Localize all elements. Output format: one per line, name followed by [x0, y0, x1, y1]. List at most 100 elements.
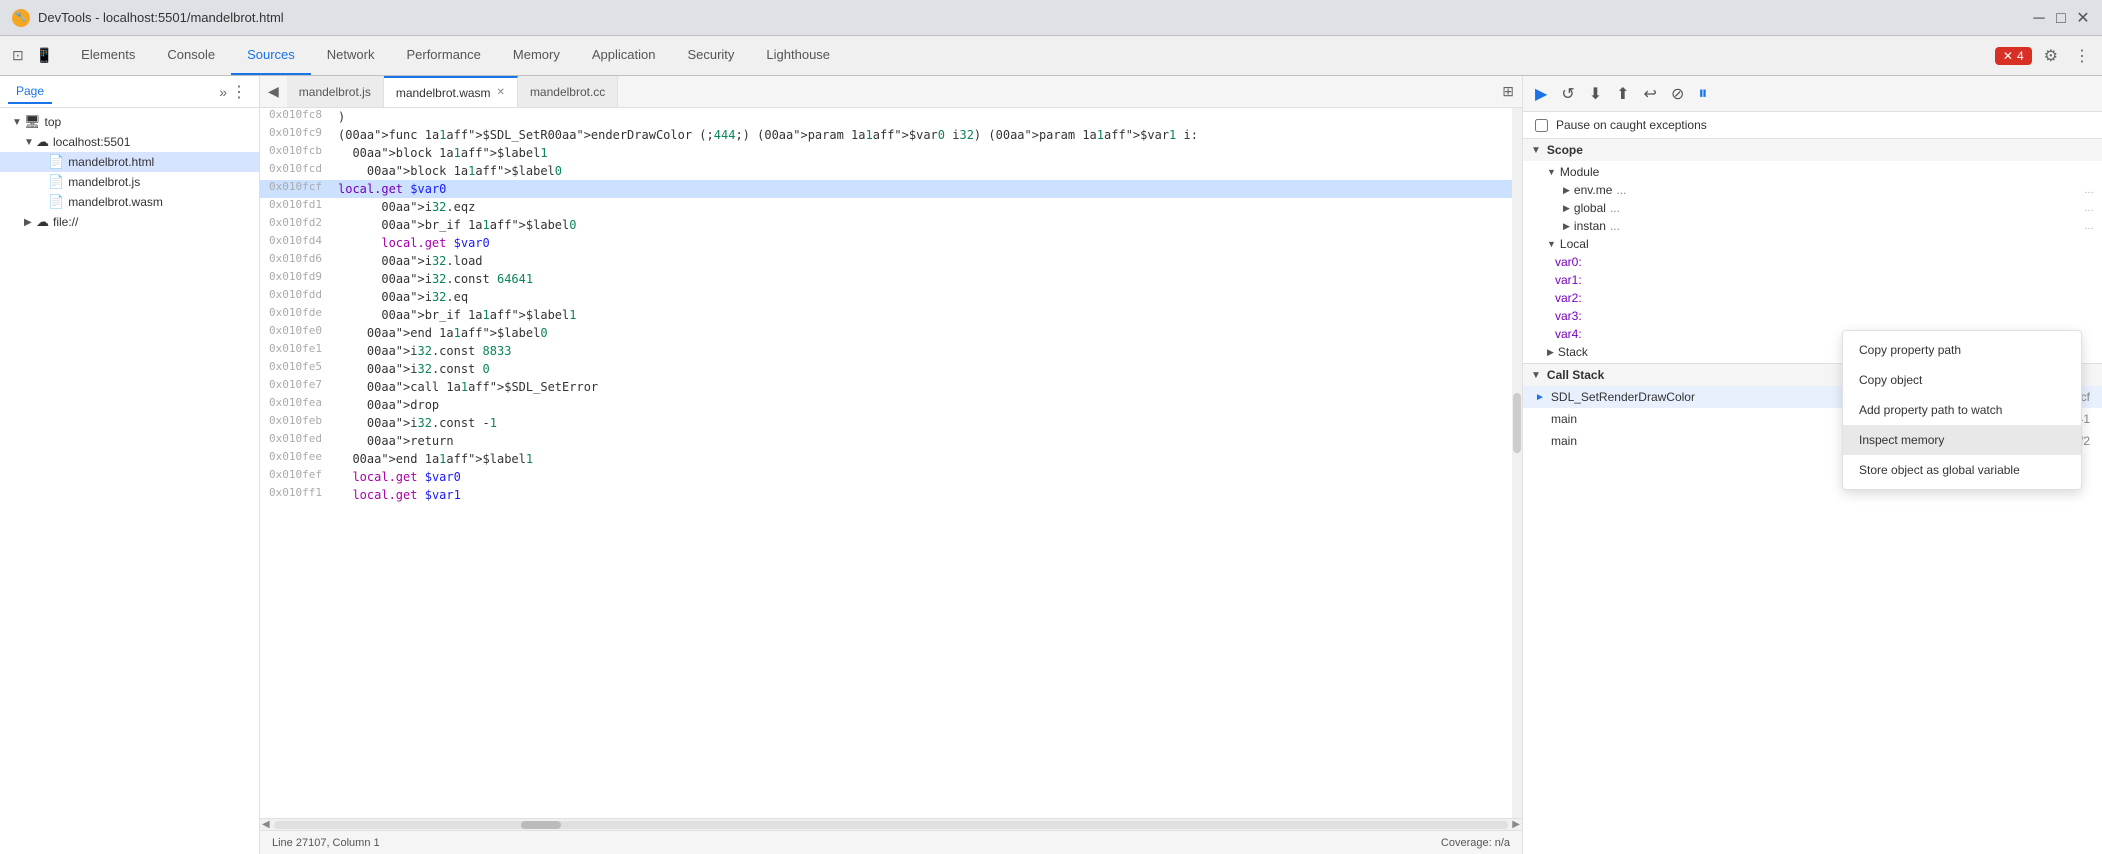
step-into-button[interactable]: ⬇ [1585, 82, 1606, 106]
step-out-button[interactable]: ⬆ [1612, 82, 1633, 106]
line-code: 00aa">br_if 1a1aff">$label1 [330, 306, 1512, 324]
code-row: 0x010fd9 00aa">i32.const 64641 [260, 270, 1512, 288]
tree-item-top[interactable]: ▼ 🖥 top [0, 112, 259, 132]
statusbar: Line 27107, Column 1 Coverage: n/a [260, 830, 1522, 854]
editor-tab-back[interactable]: ◀ [260, 83, 287, 100]
line-code: 00aa">end 1a1aff">$label0 [330, 324, 1512, 342]
tab-network[interactable]: Network [311, 36, 391, 75]
context-store-global[interactable]: Store object as global variable [1843, 455, 2081, 485]
local-var2-key: var2: [1555, 291, 1582, 305]
close-wasm-tab-icon[interactable]: ✕ [497, 87, 505, 98]
stack-label: Stack [1558, 345, 1588, 359]
tab-performance[interactable]: Performance [390, 36, 496, 75]
instan-arrow-icon: ▶ [1563, 221, 1570, 232]
main-tabbar: ⊡ 📱 Elements Console Sources Network Per… [0, 36, 2102, 76]
scope-header[interactable]: ▼ Scope [1523, 139, 2102, 161]
line-code: 00aa">i32.const 64641 [330, 270, 1512, 288]
context-copy-path[interactable]: Copy property path [1843, 335, 2081, 365]
line-address: 0x010fcb [260, 144, 330, 162]
editor-tab-wasm[interactable]: mandelbrot.wasm ✕ [384, 76, 518, 108]
line-code: 00aa">i32.load [330, 252, 1512, 270]
titlebar-controls: ─ □ ✕ [2032, 11, 2090, 25]
code-row: 0x010fed 00aa">return [260, 432, 1512, 450]
tree-item-mandelbrot-wasm[interactable]: 📄 mandelbrot.wasm [0, 192, 259, 212]
module-item[interactable]: ▼ Module [1523, 163, 2102, 181]
global-item[interactable]: ▶ global ... … [1523, 199, 2102, 217]
editor-quick-open-button[interactable]: ⊞ [1494, 83, 1522, 100]
scrollbar-thumb[interactable] [1513, 393, 1521, 453]
local-label: Local [1560, 237, 1589, 251]
line-address: 0x010fd2 [260, 216, 330, 234]
tab-console[interactable]: Console [151, 36, 231, 75]
code-row: 0x010feb 00aa">i32.const -1 [260, 414, 1512, 432]
resume-button[interactable]: ▶ [1531, 82, 1551, 106]
local-var2: var2: [1523, 289, 2102, 307]
inspect-icon[interactable]: ⊡ [8, 43, 28, 68]
tree-item-file[interactable]: ▶ ☁ file:// [0, 212, 259, 232]
hscroll-thumb[interactable] [521, 821, 561, 829]
tab-memory[interactable]: Memory [497, 36, 576, 75]
tab-application[interactable]: Application [576, 36, 672, 75]
context-inspect-memory[interactable]: Inspect memory [1843, 425, 2081, 455]
more-button[interactable]: ⋮ [2070, 42, 2094, 70]
sidebar-more-button[interactable]: » [219, 84, 227, 100]
line-col-status: Line 27107, Column 1 [272, 837, 380, 849]
line-code: local.get $var0 [330, 468, 1512, 486]
env-label: env.me [1574, 183, 1612, 197]
cloud-icon-localhost: ☁ [36, 134, 49, 150]
hscroll-right-arrow[interactable]: ▶ [1512, 819, 1520, 830]
settings-button[interactable]: ⚙ [2040, 42, 2062, 70]
tab-security[interactable]: Security [671, 36, 750, 75]
pause-caught-label: Pause on caught exceptions [1556, 118, 1707, 132]
horizontal-scrollbar[interactable]: ◀ ▶ [260, 818, 1522, 830]
tree-item-localhost[interactable]: ▼ ☁ localhost:5501 [0, 132, 259, 152]
sidebar-menu-button[interactable]: ⋮ [227, 80, 251, 104]
local-item-header[interactable]: ▼ Local [1523, 235, 2102, 253]
editor-tab-js[interactable]: mandelbrot.js [287, 76, 384, 108]
sidebar-tab-page[interactable]: Page [8, 80, 52, 104]
env-me-item[interactable]: ▶ env.me ... … [1523, 181, 2102, 199]
editor-tabbar: ◀ mandelbrot.js mandelbrot.wasm ✕ mandel… [260, 76, 1522, 108]
pause-caught-checkbox[interactable] [1535, 119, 1548, 132]
titlebar: 🔧 DevTools - localhost:5501/mandelbrot.h… [0, 0, 2102, 36]
right-panel: ▶ ↺ ⬇ ⬆ ↩ ⊘ ⏸ Pause on caught exceptions… [1522, 76, 2102, 854]
editor-tab-cc[interactable]: mandelbrot.cc [518, 76, 618, 108]
minimize-button[interactable]: ─ [2032, 11, 2046, 25]
callstack-active-icon: ► [1535, 392, 1545, 403]
close-button[interactable]: ✕ [2076, 11, 2090, 25]
titlebar-left: 🔧 DevTools - localhost:5501/mandelbrot.h… [12, 9, 284, 27]
tab-elements[interactable]: Elements [65, 36, 151, 75]
line-code: 00aa">return [330, 432, 1512, 450]
coverage-status: Coverage: n/a [1441, 837, 1510, 849]
tab-sources[interactable]: Sources [231, 36, 311, 75]
module-label: Module [1560, 165, 1599, 179]
line-code: 00aa">end 1a1aff">$label1 [330, 450, 1512, 468]
context-add-watch[interactable]: Add property path to watch [1843, 395, 2081, 425]
tree-item-mandelbrot-js[interactable]: 📄 mandelbrot.js [0, 172, 259, 192]
deactivate-button[interactable]: ⊘ [1667, 82, 1688, 106]
line-address: 0x010ff1 [260, 486, 330, 504]
tree-label-mandelbrot-js: mandelbrot.js [68, 175, 140, 189]
context-copy-object[interactable]: Copy object [1843, 365, 2081, 395]
line-address: 0x010fd6 [260, 252, 330, 270]
hscroll-left-arrow[interactable]: ◀ [262, 819, 270, 830]
vertical-scrollbar[interactable] [1512, 108, 1522, 818]
code-row: 0x010fee 00aa">end 1a1aff">$label1 [260, 450, 1512, 468]
step-button[interactable]: ↩ [1640, 82, 1661, 106]
local-var0-key: var0: [1555, 255, 1582, 269]
line-address: 0x010fd1 [260, 198, 330, 216]
line-address: 0x010fcd [260, 162, 330, 180]
tab-lighthouse[interactable]: Lighthouse [750, 36, 846, 75]
stack-arrow-icon: ▶ [1547, 347, 1554, 358]
local-var0: var0: [1523, 253, 2102, 271]
tree-item-mandelbrot-html[interactable]: 📄 mandelbrot.html [0, 152, 259, 172]
error-badge[interactable]: ✕ 4 [1995, 47, 2032, 65]
code-scroll-area[interactable]: 0x010fc8)0x010fc9(00aa">func 1a1aff">$SD… [260, 108, 1512, 818]
device-icon[interactable]: 📱 [32, 43, 57, 68]
hscroll-track[interactable] [274, 821, 1509, 829]
maximize-button[interactable]: □ [2054, 11, 2068, 25]
instan-item[interactable]: ▶ instan ... … [1523, 217, 2102, 235]
pause-button[interactable]: ⏸ [1694, 81, 1711, 106]
step-over-button[interactable]: ↺ [1557, 82, 1578, 106]
local-var3-key: var3: [1555, 309, 1582, 323]
